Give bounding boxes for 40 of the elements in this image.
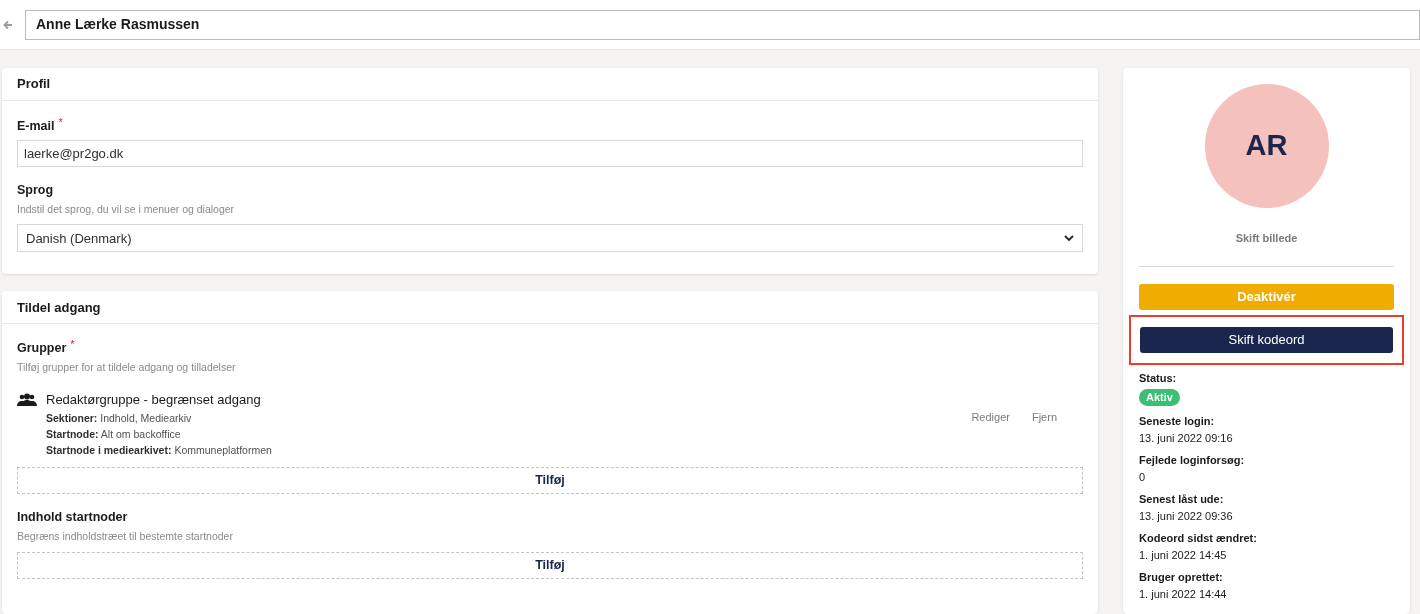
- info-label: Senest låst ude:: [1139, 492, 1225, 506]
- field-label: E-mail: [17, 118, 55, 135]
- group-detail: Startnode i mediearkivet: Kommuneplatformen: [46, 443, 273, 458]
- info-value: 1. juni 2022 14:44: [1139, 587, 1228, 601]
- info-label: Kodeord sidst ændret:: [1139, 531, 1258, 545]
- name-field[interactable]: Anne Lærke Rasmussen: [25, 9, 1420, 40]
- info-label: Fejlede loginforsøg:: [1139, 453, 1246, 467]
- info-value: 0: [1139, 470, 1147, 484]
- info-label: Bruger oprettet:: [1139, 570, 1224, 584]
- action-link[interactable]: Rediger: [971, 408, 1010, 426]
- info-value: 13. juni 2022 09:16: [1139, 431, 1234, 445]
- info-label: Status:: [1139, 370, 1178, 386]
- info-label: Seneste login:: [1139, 414, 1216, 428]
- field-label: Indhold startnoder: [17, 509, 128, 527]
- info-value: 1. juni 2022 14:45: [1139, 548, 1228, 562]
- users-icon: [17, 392, 37, 407]
- field-hint: Begræns indholdstræet til bestemte startnoder: [17, 529, 234, 544]
- field-hint: Indstil det sprog, du vil se i menuer og dialoger: [17, 201, 236, 217]
- field-hint: Tilføj grupper for at tildele adgang og tilladelser: [17, 360, 237, 375]
- email-field[interactable]: laerke@pr2go.dk: [17, 139, 1083, 167]
- chevron-down-icon: [1064, 234, 1074, 242]
- field-label: Grupper: [17, 340, 67, 358]
- required-mark: *: [70, 339, 75, 351]
- field-label: Sprog: [17, 181, 54, 199]
- required-mark: *: [58, 117, 63, 128]
- change-picture-link[interactable]: Skift billede: [1235, 230, 1298, 247]
- add-button[interactable]: Tilføj: [17, 467, 1083, 495]
- info-value: 13. juni 2022 09:36: [1139, 509, 1234, 523]
- back-arrow-icon[interactable]: [3, 19, 13, 30]
- group-detail: Startnode: Alt om backoffice: [46, 427, 182, 442]
- group-name: Redaktørgruppe - begrænset adgang: [46, 390, 262, 409]
- language-select[interactable]: Danish (Denmark): [17, 224, 1083, 253]
- action-link[interactable]: Fjern: [1031, 408, 1057, 426]
- group-detail: Sektioner: Indhold, Mediearkiv: [46, 411, 193, 426]
- action-button[interactable]: Skift kodeord: [1140, 326, 1393, 353]
- card-title: Tildel adgang: [17, 298, 101, 317]
- avatar: AR: [1204, 84, 1329, 208]
- card-title: Profil: [17, 75, 51, 94]
- status-badge: Aktiv: [1139, 389, 1180, 406]
- add-button[interactable]: Tilføj: [17, 551, 1083, 579]
